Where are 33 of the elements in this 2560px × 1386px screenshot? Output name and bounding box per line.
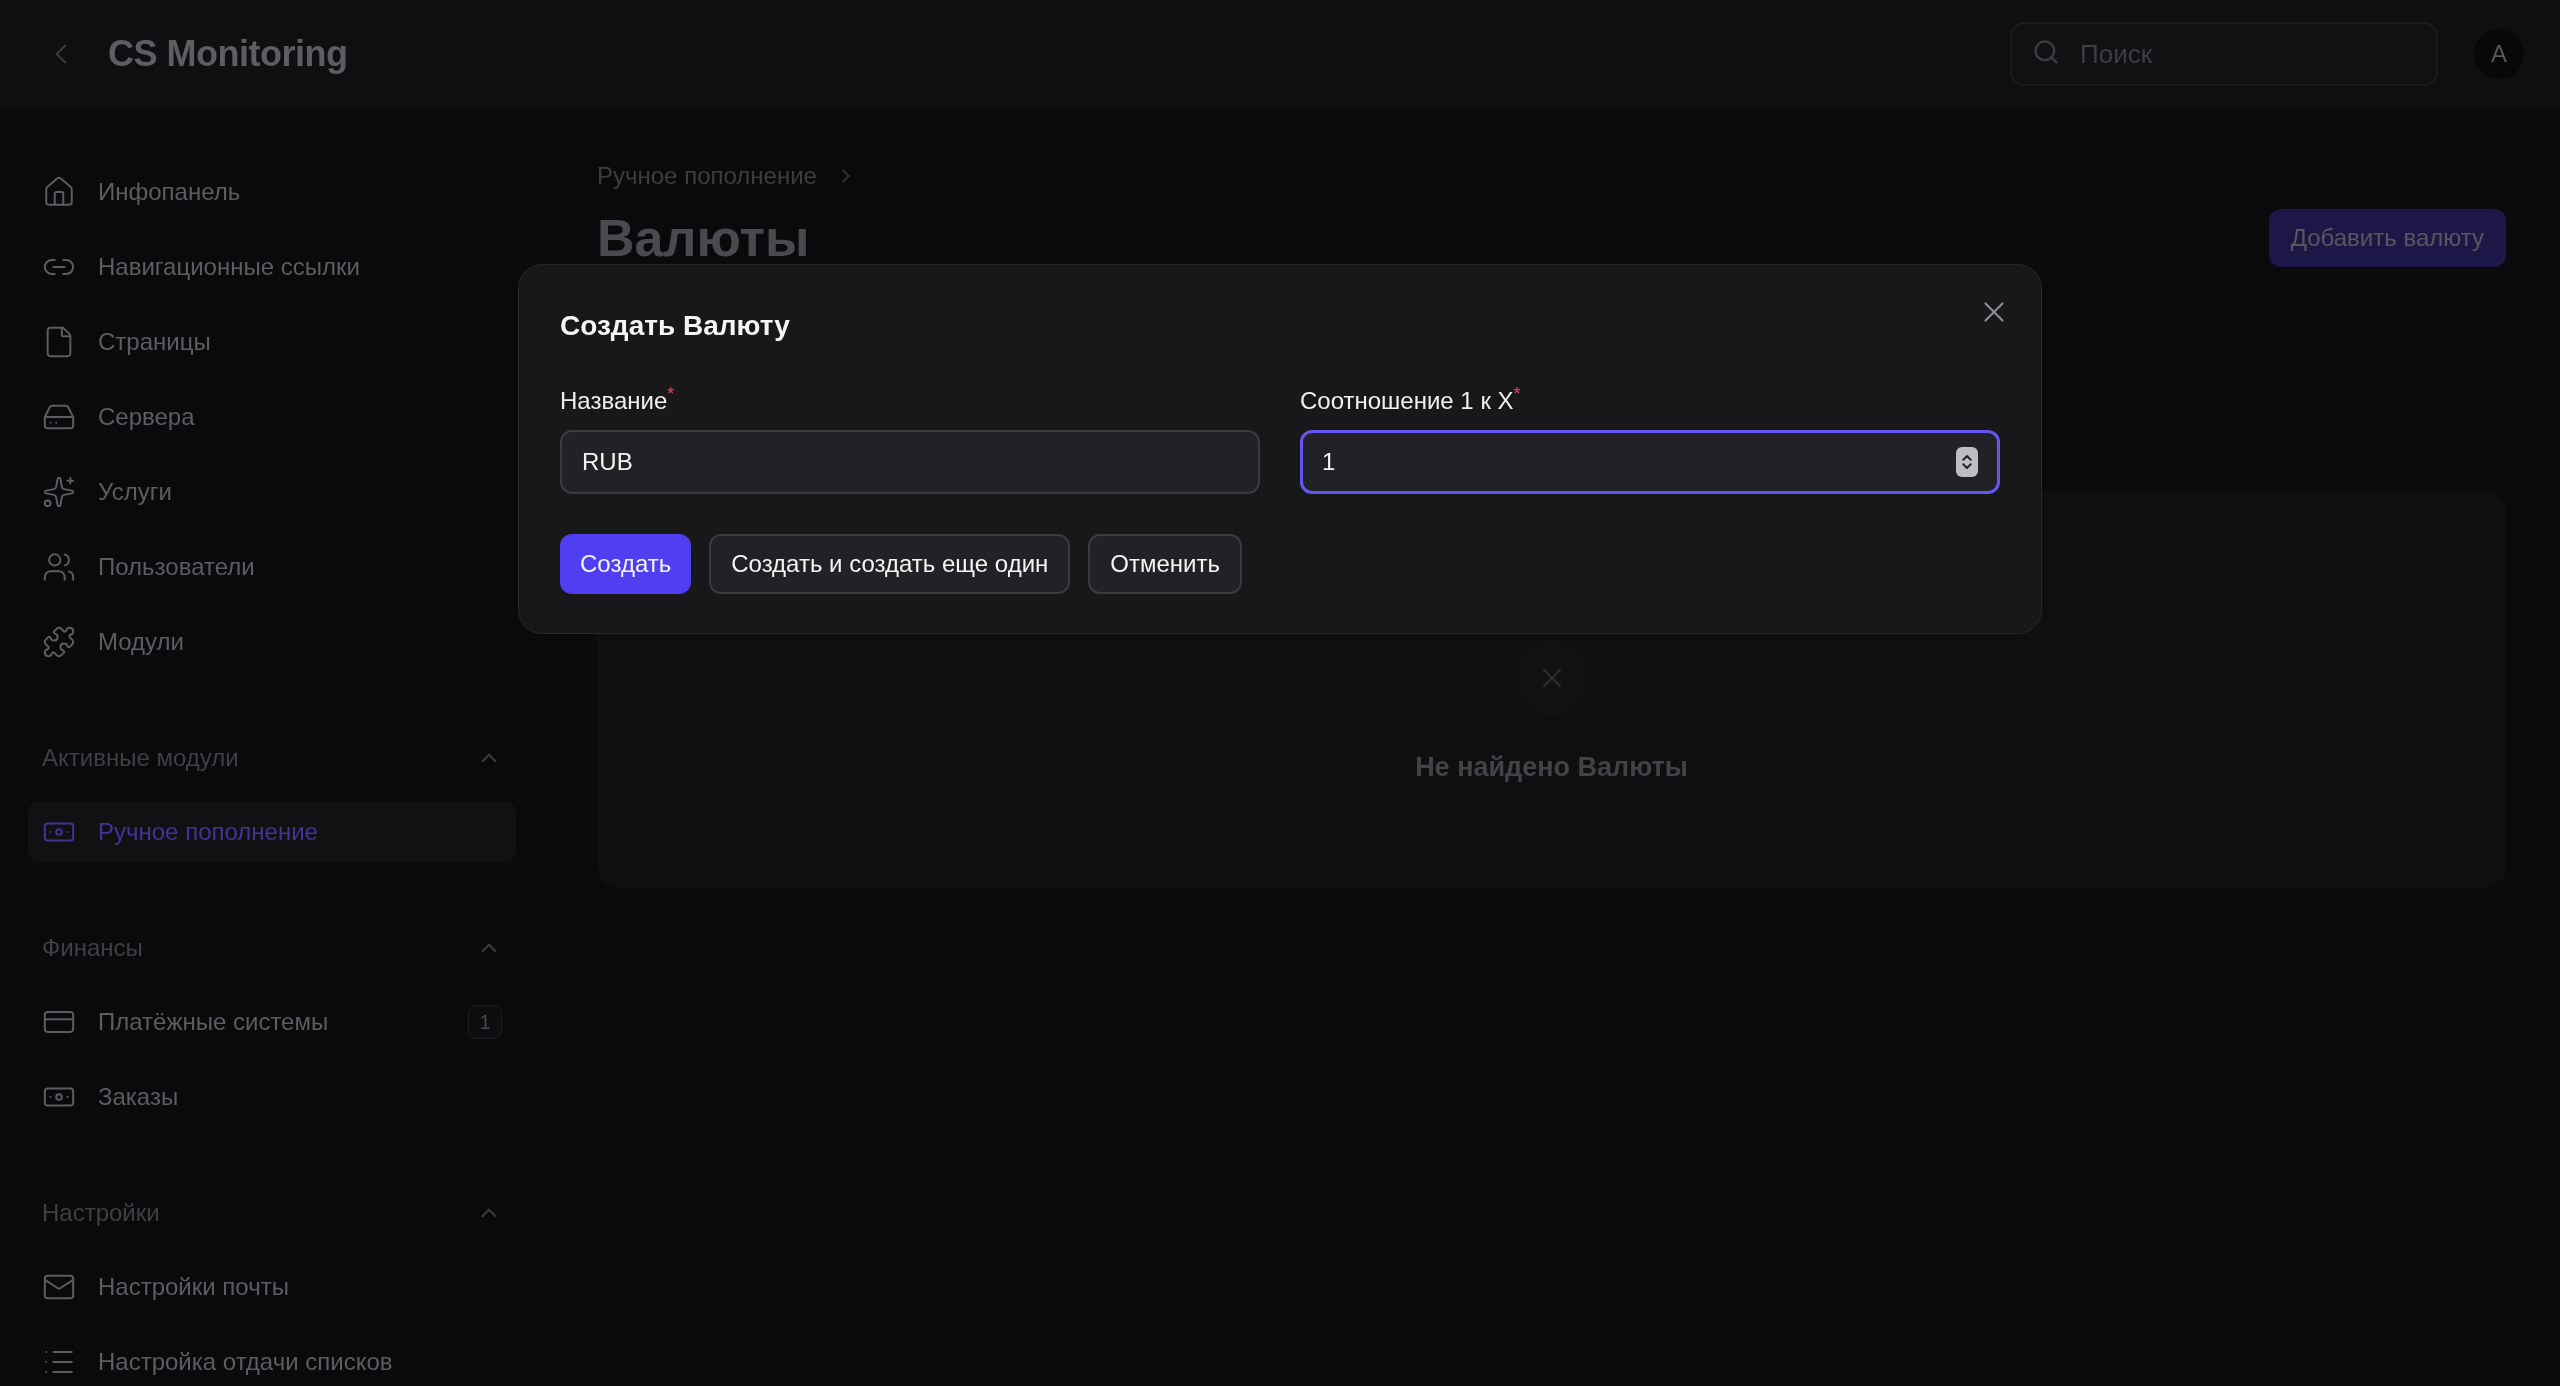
input-field[interactable]: RUB bbox=[560, 430, 1260, 494]
puzzle-icon bbox=[42, 625, 76, 659]
dialog-button[interactable]: Отменить bbox=[1088, 534, 1242, 594]
sidebar-item[interactable]: Настройка отдачи списков bbox=[28, 1331, 516, 1386]
section-title: Активные модули bbox=[42, 744, 239, 772]
dialog-button[interactable]: Создать и создать еще один bbox=[709, 534, 1071, 594]
sidebar-item[interactable]: Пользователи bbox=[28, 536, 516, 598]
create-button[interactable]: Создать bbox=[560, 534, 692, 594]
sidebar-item[interactable]: Модули bbox=[28, 611, 516, 673]
count-badge: 1 bbox=[468, 1005, 502, 1039]
page-title: Валюты bbox=[597, 208, 810, 268]
section-title: Настройки bbox=[42, 1199, 160, 1227]
add-currency-button[interactable]: Добавить валюту bbox=[2268, 209, 2506, 267]
input-field[interactable]: 1 bbox=[1300, 430, 2000, 494]
section-title: Финансы bbox=[42, 934, 143, 962]
sidebar-item[interactable]: Платёжные системы 1 bbox=[28, 991, 516, 1053]
sidebar-item[interactable]: Страницы bbox=[28, 311, 516, 373]
stepper-icon[interactable] bbox=[1956, 447, 1978, 477]
app-title: CS Monitoring bbox=[108, 33, 349, 75]
field-label: Соотношение 1 к X$^{*}$ bbox=[1300, 383, 1522, 416]
user-avatar[interactable]: A bbox=[2474, 29, 2524, 79]
sidebar-item[interactable]: Ручное пополнение bbox=[28, 801, 516, 863]
sidebar-item[interactable]: Навигационные ссылки bbox=[28, 236, 516, 298]
sidebar-item[interactable]: Инфопанель bbox=[28, 161, 516, 223]
sidebar-item[interactable]: Сервера bbox=[28, 386, 516, 448]
sidebar-item[interactable]: Услуги bbox=[28, 461, 516, 523]
users-icon bbox=[42, 550, 76, 584]
dialog-title: Создать Валюту bbox=[560, 309, 791, 343]
home-icon bbox=[42, 175, 76, 209]
sidebar-item[interactable]: Заказы bbox=[28, 1066, 516, 1128]
sparkles-icon bbox=[42, 475, 76, 509]
field-label: Название$^{*}$ bbox=[560, 383, 676, 416]
sidebar-item[interactable]: Настройки почты bbox=[28, 1256, 516, 1318]
